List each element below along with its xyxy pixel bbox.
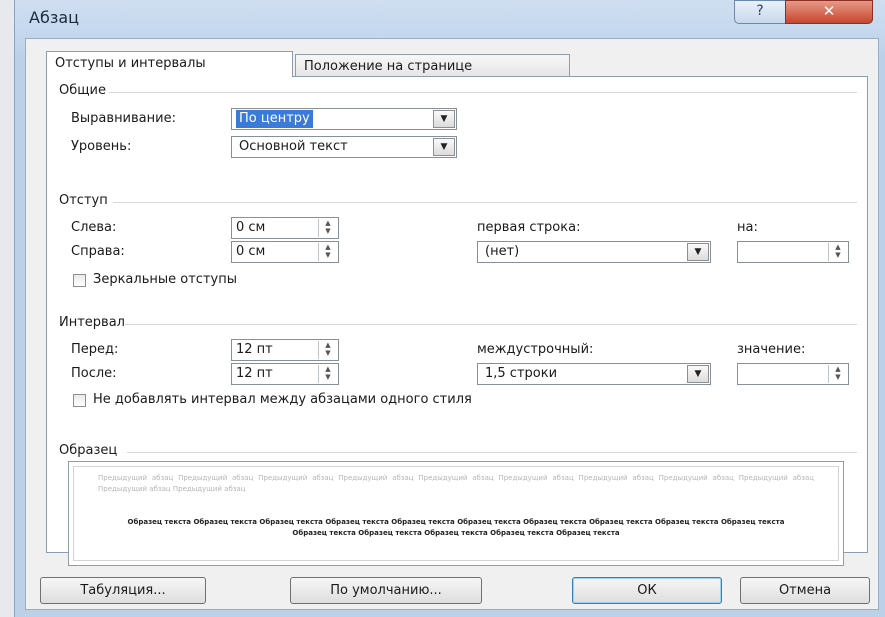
indent-by-spinner[interactable]: ▲ ▼ [737,241,849,263]
spin-down-icon[interactable]: ▼ [325,251,330,259]
spin-up-icon[interactable]: ▲ [325,243,330,251]
dialog-title: Абзац [29,8,80,27]
indent-left-value: 0 см [236,220,266,235]
spin-arrows-icon[interactable]: ▲ ▼ [318,219,337,237]
no-space-same-style-label: Не добавлять интервал между абзацами одн… [93,392,472,407]
tab-line-page-breaks[interactable]: Положение на странице [295,54,570,78]
spacing-after-label: После: [71,366,117,381]
line-spacing-label: междустрочный: [477,342,594,357]
preview-previous-paragraph: Предыдущий абзац Предыдущий абзац Предыд… [98,474,814,493]
spin-down-icon[interactable]: ▼ [325,349,330,357]
divider [127,452,857,453]
spin-up-icon[interactable]: ▲ [325,365,330,373]
spin-arrows-icon[interactable]: ▲ ▼ [318,243,337,261]
indent-right-value: 0 см [236,244,266,259]
level-label: Уровень: [71,139,132,154]
spacing-after-value: 12 пт [236,366,273,381]
alignment-select[interactable]: По центру ▼ [231,108,457,130]
spacing-at-spinner[interactable]: ▲ ▼ [737,363,849,385]
spin-down-icon[interactable]: ▼ [835,251,840,259]
spin-up-icon[interactable]: ▲ [325,341,330,349]
section-general-title: Общие [59,83,106,98]
close-icon: ✕ [822,2,836,20]
close-button[interactable]: ✕ [785,0,873,24]
first-line-select[interactable]: (нет) ▼ [477,241,711,263]
first-line-value: (нет) [485,244,520,259]
line-spacing-select[interactable]: 1,5 строки ▼ [477,363,711,385]
tabs-button[interactable]: Табуляция... [40,577,206,604]
spin-up-icon[interactable]: ▲ [325,219,330,227]
preview-box: Предыдущий абзац Предыдущий абзац Предыд… [68,461,844,566]
help-button[interactable]: ? [734,0,786,24]
tab-indents-spacing[interactable]: Отступы и интервалы [46,51,293,77]
indent-right-label: Справа: [71,244,125,259]
divider [125,324,857,325]
line-spacing-value: 1,5 строки [485,366,558,381]
indent-by-label: на: [737,220,758,235]
set-default-button[interactable]: По умолчанию... [290,577,482,604]
no-space-same-style-checkbox[interactable] [73,394,86,407]
spacing-before-spinner[interactable]: 12 пт ▲ ▼ [231,339,339,361]
chevron-down-icon[interactable]: ▼ [433,138,455,156]
indent-left-label: Слева: [71,220,117,235]
spacing-before-value: 12 пт [236,342,273,357]
alignment-label: Выравнивание: [71,111,176,126]
spacing-at-label: значение: [737,342,806,357]
spacing-after-spinner[interactable]: 12 пт ▲ ▼ [231,363,339,385]
spin-down-icon[interactable]: ▼ [325,373,330,381]
divider [113,202,857,203]
spin-arrows-icon[interactable]: ▲ ▼ [828,243,847,261]
divider [109,92,857,93]
spin-arrows-icon[interactable]: ▲ ▼ [828,365,847,383]
section-preview-title: Образец [59,443,118,458]
paragraph-dialog: Абзац ? ✕ Отступы и интервалы Положение … [14,0,885,617]
indent-left-spinner[interactable]: 0 см ▲ ▼ [231,217,339,239]
section-spacing-title: Интервал [59,315,125,330]
mirror-indents-checkbox[interactable] [73,274,86,287]
level-select[interactable]: Основной текст ▼ [231,136,457,158]
chevron-down-icon[interactable]: ▼ [687,365,709,383]
chevron-down-icon[interactable]: ▼ [687,243,709,261]
background-edge [0,0,14,617]
preview-page: Предыдущий абзац Предыдущий абзац Предыд… [73,466,839,561]
mirror-indents-label: Зеркальные отступы [93,272,237,287]
first-line-label: первая строка: [477,220,581,235]
level-value: Основной текст [239,139,348,154]
spin-arrows-icon[interactable]: ▲ ▼ [318,365,337,383]
indent-right-spinner[interactable]: 0 см ▲ ▼ [231,241,339,263]
cancel-button[interactable]: Отмена [740,577,870,604]
preview-sample-paragraph: Образец текста Образец текста Образец те… [127,518,785,537]
alignment-value: По центру [236,110,313,128]
spin-arrows-icon[interactable]: ▲ ▼ [318,341,337,359]
dialog-client-area: Отступы и интервалы Положение на страниц… [25,38,879,610]
chevron-down-icon[interactable]: ▼ [433,110,455,128]
title-bar[interactable]: Абзац ? ✕ [15,0,885,38]
ok-button[interactable]: ОК [572,577,722,604]
section-indent-title: Отступ [59,193,108,208]
spin-up-icon[interactable]: ▲ [835,243,840,251]
spacing-before-label: Перед: [71,342,119,357]
spin-down-icon[interactable]: ▼ [325,227,330,235]
spin-down-icon[interactable]: ▼ [835,373,840,381]
spin-up-icon[interactable]: ▲ [835,365,840,373]
